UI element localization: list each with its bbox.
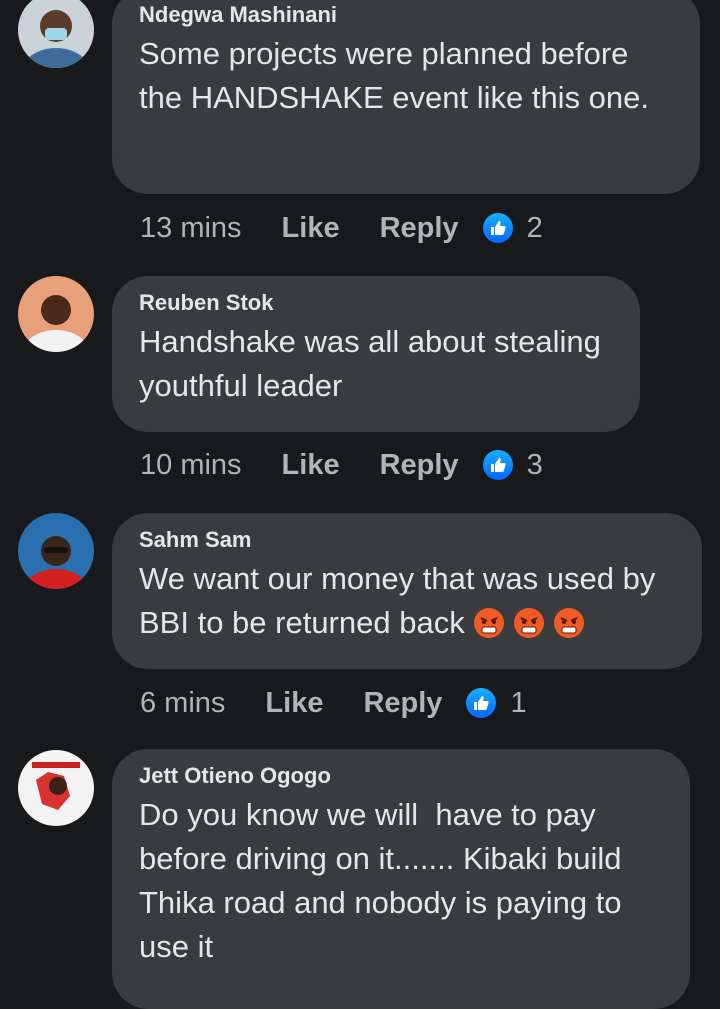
reaction-count[interactable]: 3	[527, 449, 543, 482]
like-button[interactable]: Like	[282, 449, 340, 482]
angry-face-icon	[473, 608, 504, 638]
comment-bubble: Reuben Stok Handshake was all about stea…	[112, 276, 640, 432]
thumbs-up-icon[interactable]	[482, 213, 513, 243]
angry-face-icon	[553, 608, 584, 638]
reply-button[interactable]: Reply	[380, 212, 459, 245]
thumbs-up-icon[interactable]	[482, 450, 513, 480]
avatar[interactable]	[18, 750, 94, 826]
avatar[interactable]	[18, 513, 94, 589]
comment-text: Handshake was all about stealing youthfu…	[139, 324, 610, 403]
avatar[interactable]	[18, 0, 94, 68]
avatar[interactable]	[18, 276, 94, 352]
comment-actions: 13 mins Like Reply 2	[140, 208, 543, 248]
comment-text: Do you know we will have to pay before d…	[139, 797, 631, 964]
reply-button[interactable]: Reply	[380, 449, 459, 482]
thumbs-up-icon[interactable]	[466, 688, 497, 718]
reaction-count[interactable]: 1	[510, 687, 526, 720]
comment-bubble: Sahm Sam We want our money that was used…	[112, 513, 702, 669]
comment-bubble: Jett Otieno Ogogo Do you know we will ha…	[112, 749, 690, 1009]
comment-actions: 6 mins Like Reply 1	[140, 683, 527, 723]
comment-actions: 10 mins Like Reply 3	[140, 445, 543, 485]
comment-text-body: We want our money that was used by BBI t…	[139, 561, 664, 640]
like-button[interactable]: Like	[282, 212, 340, 245]
comment-bubble: Ndegwa Mashinani Some projects were plan…	[112, 0, 700, 194]
like-button[interactable]: Like	[265, 687, 323, 720]
comment-author[interactable]: Reuben Stok	[139, 290, 614, 316]
reaction-count[interactable]: 2	[527, 212, 543, 245]
comment-author[interactable]: Ndegwa Mashinani	[139, 2, 674, 28]
comment-time[interactable]: 10 mins	[140, 449, 242, 482]
comment-time[interactable]: 13 mins	[140, 212, 242, 245]
angry-face-icon	[513, 608, 544, 638]
comment-time[interactable]: 6 mins	[140, 687, 225, 720]
comment-author[interactable]: Jett Otieno Ogogo	[139, 763, 664, 789]
comment-author[interactable]: Sahm Sam	[139, 527, 676, 553]
comment-text: We want our money that was used by BBI t…	[139, 557, 676, 645]
reply-button[interactable]: Reply	[363, 687, 442, 720]
comment-text: Some projects were planned before the HA…	[139, 36, 650, 115]
